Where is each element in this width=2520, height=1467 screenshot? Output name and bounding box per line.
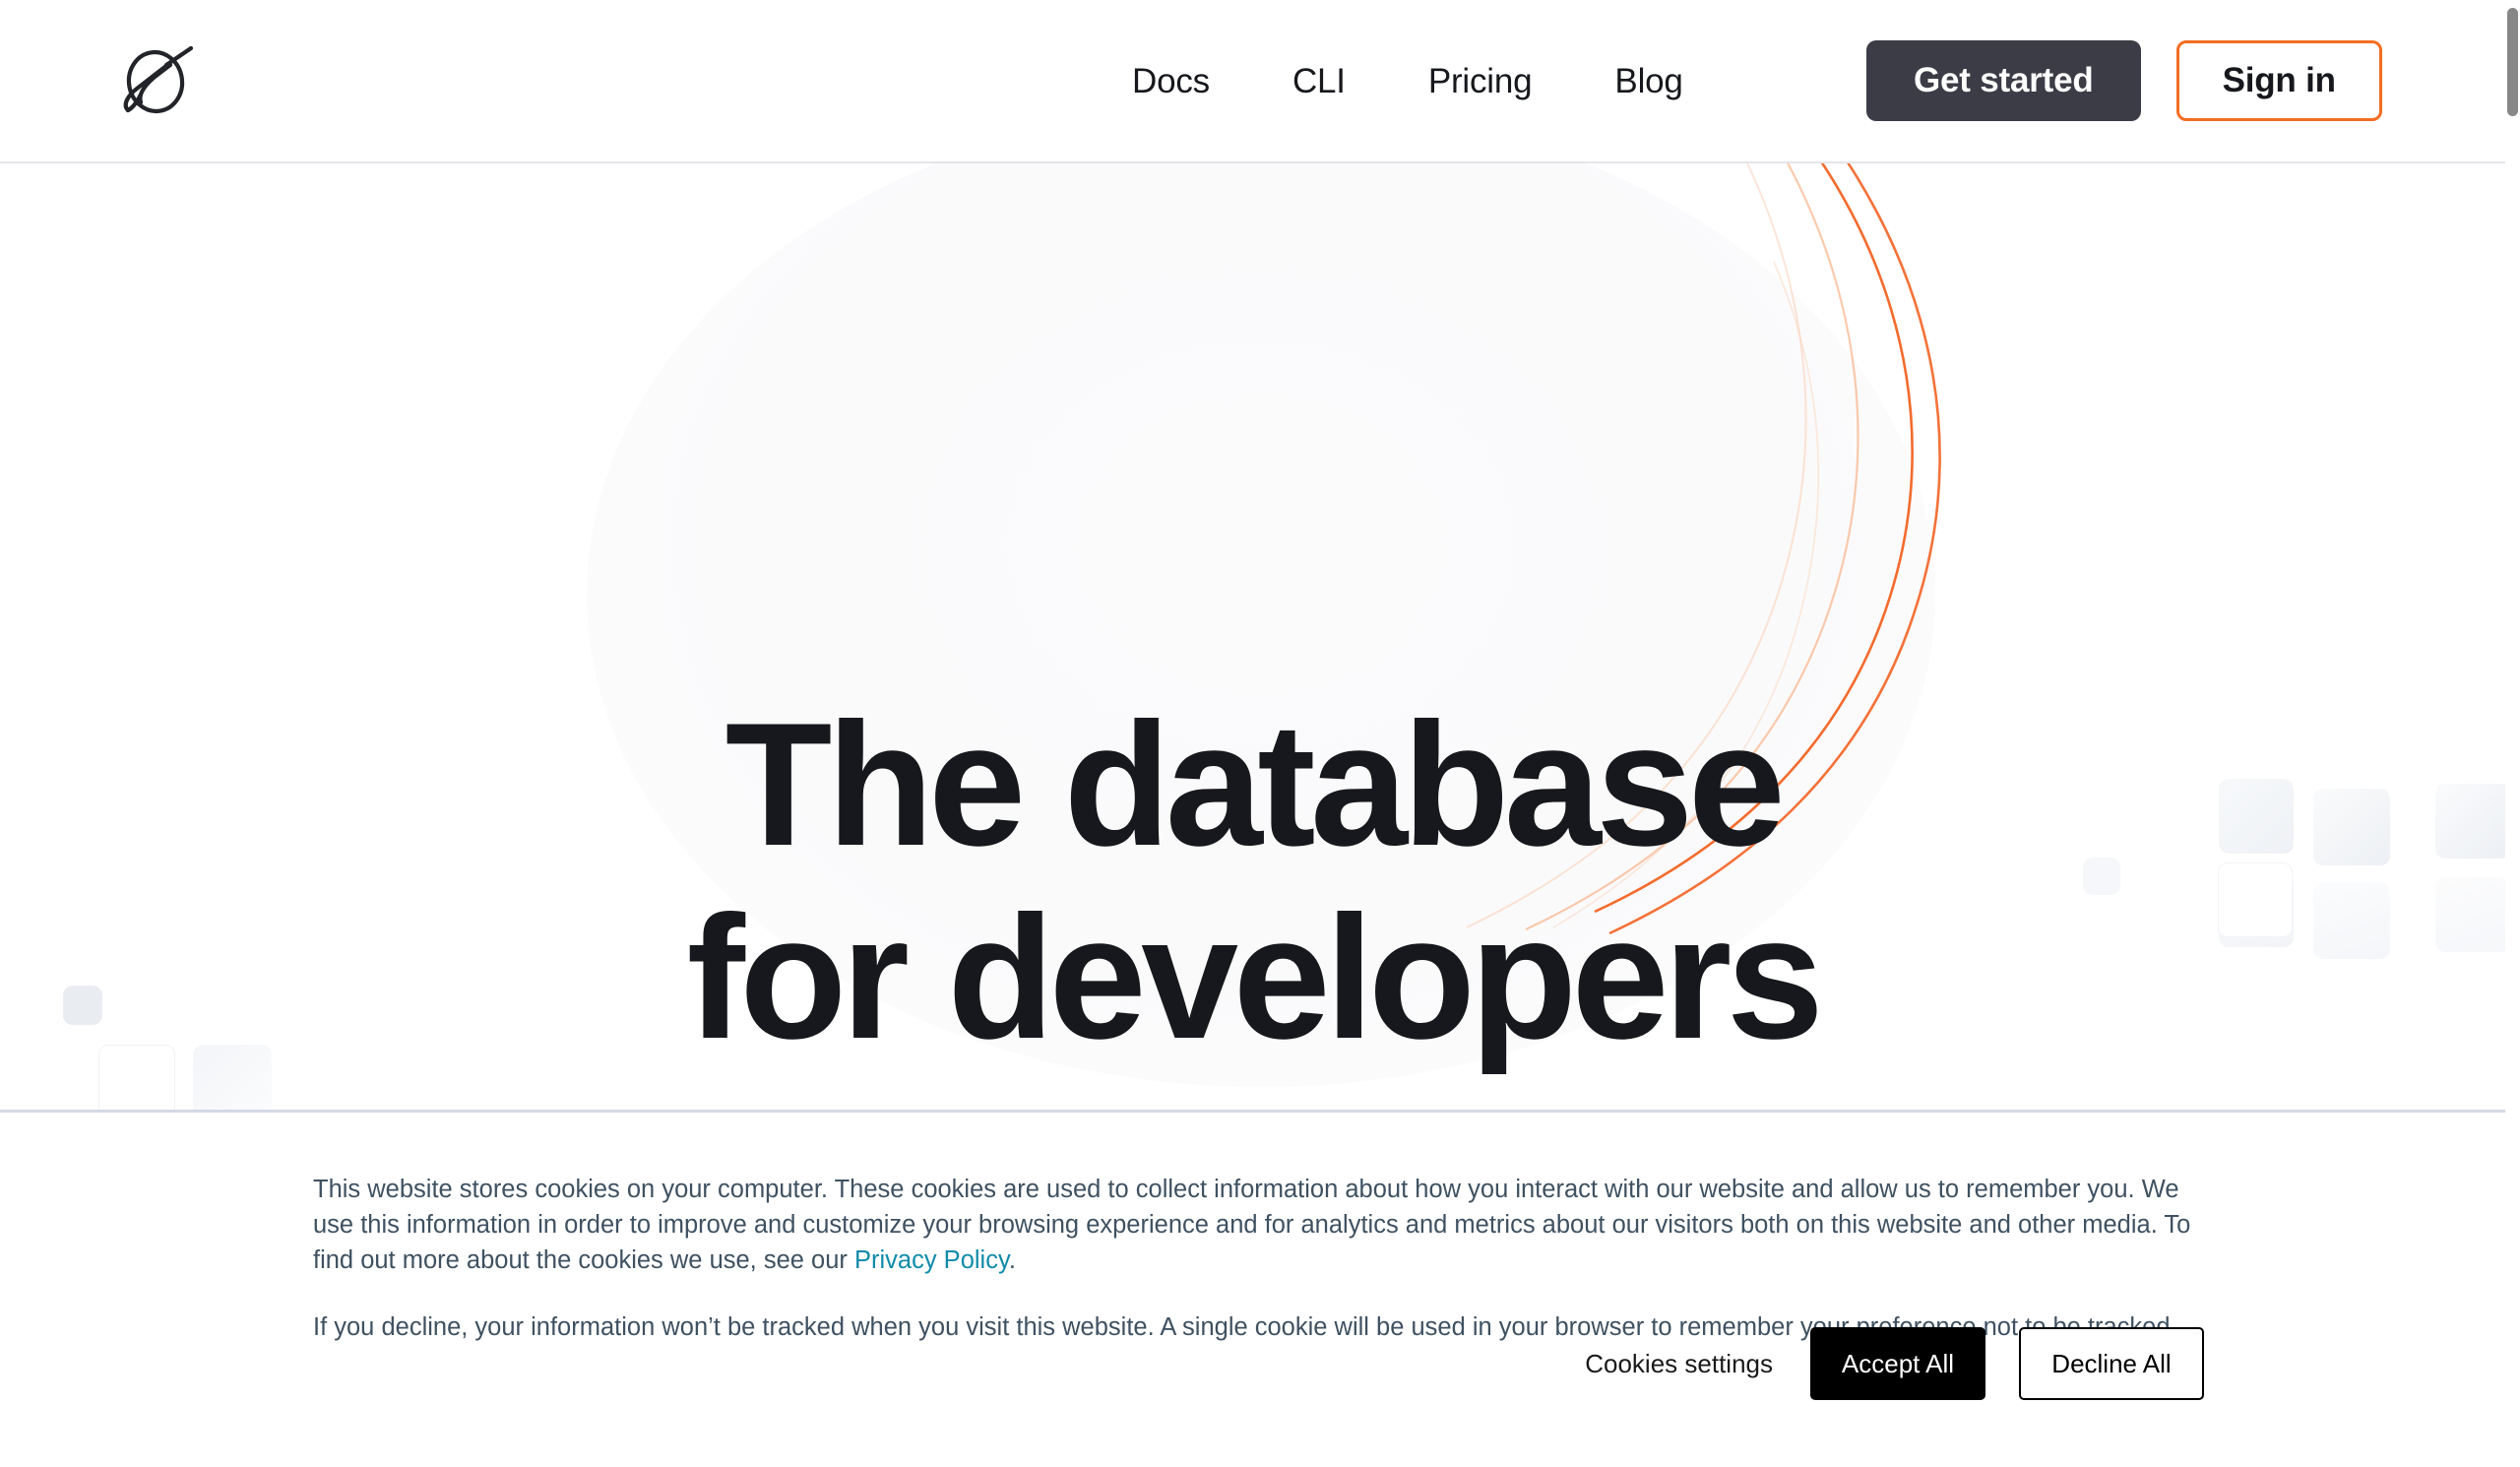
privacy-policy-link[interactable]: Privacy Policy [854, 1246, 1009, 1274]
nav-link-docs[interactable]: Docs [1132, 52, 1210, 111]
hero-section: The database for developers [0, 163, 2505, 1111]
vertical-scrollbar[interactable] [2505, 0, 2520, 1467]
cookies-settings-button[interactable]: Cookies settings [1585, 1327, 1810, 1400]
get-started-button[interactable]: Get started [1866, 40, 2141, 121]
nav-link-blog[interactable]: Blog [1614, 52, 1682, 111]
page-title: The database for developers [0, 688, 2505, 1074]
page-root: Docs CLI Pricing Blog Get started Sign i… [0, 0, 2520, 1467]
main-nav: Docs CLI Pricing Blog [1132, 0, 1683, 163]
site-header: Docs CLI Pricing Blog Get started Sign i… [0, 0, 2505, 163]
hero-title-line-2: for developers [686, 879, 1824, 1075]
cookie-paragraph-1-text: This website stores cookies on your comp… [313, 1176, 2191, 1274]
cookie-actions: Cookies settings Accept All Decline All [1585, 1327, 2204, 1400]
cookie-paragraph-1: This website stores cookies on your comp… [313, 1172, 2203, 1278]
neon-logo-icon[interactable] [110, 45, 203, 118]
header-actions: Get started Sign in [1866, 40, 2382, 121]
accept-all-button[interactable]: Accept All [1810, 1327, 1985, 1400]
scrollbar-thumb[interactable] [2507, 8, 2518, 116]
nav-link-pricing[interactable]: Pricing [1428, 52, 1533, 111]
hero-title-line-1: The database [724, 686, 1786, 882]
sign-in-button[interactable]: Sign in [2175, 40, 2382, 121]
cookie-text-block: This website stores cookies on your comp… [313, 1172, 2203, 1345]
nav-link-cli[interactable]: CLI [1292, 52, 1346, 111]
decline-all-button[interactable]: Decline All [2019, 1327, 2204, 1400]
cookie-consent-banner: This website stores cookies on your comp… [0, 1110, 2505, 1467]
cookie-paragraph-1-tail: . [1008, 1246, 1016, 1274]
